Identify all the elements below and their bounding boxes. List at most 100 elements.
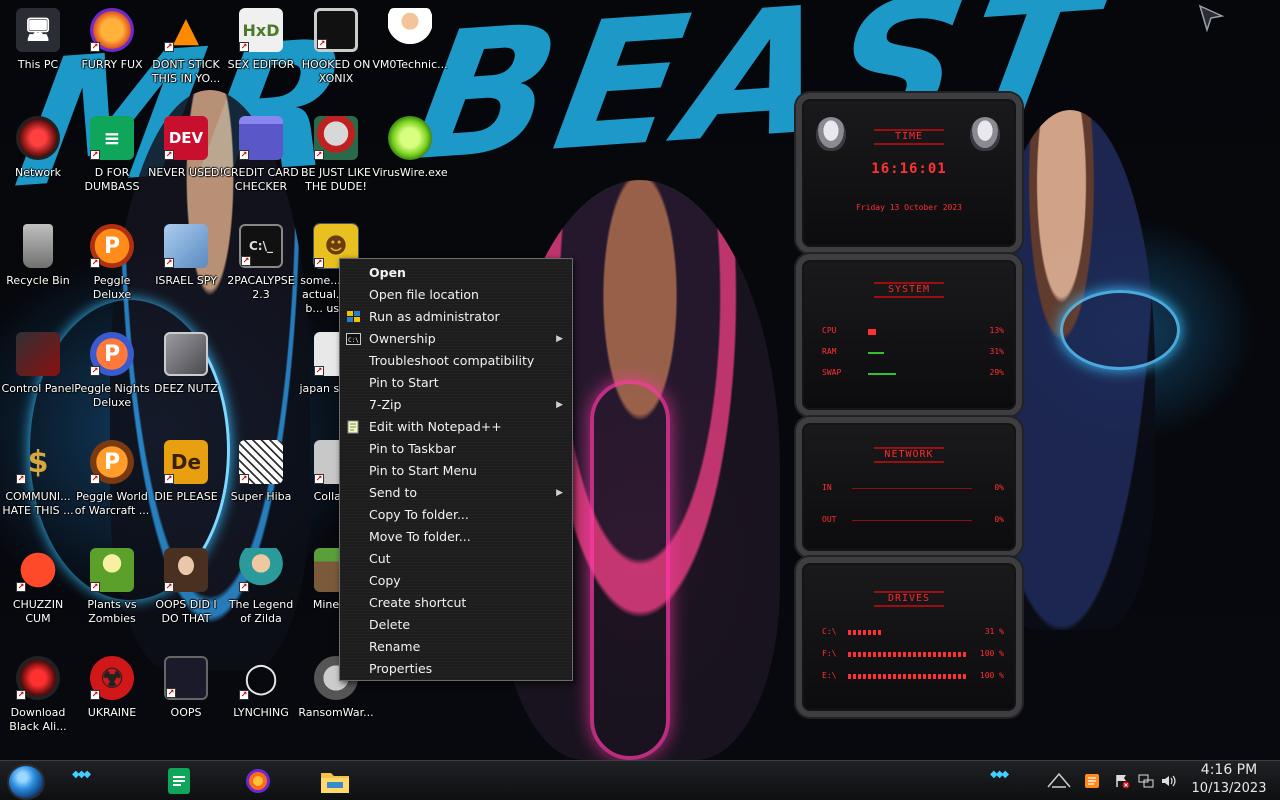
- desktop-icon-sex-editor[interactable]: HxD ↗ SEX EDITOR: [223, 8, 299, 72]
- desktop-icon-chuzzin[interactable]: ↗ CHUZZIN CUM: [0, 548, 76, 626]
- network-tray-icon[interactable]: [1138, 773, 1154, 789]
- network-in-label: IN: [822, 483, 832, 492]
- network-gadget-title: NETWORK: [874, 447, 944, 463]
- desktop-icon-vm0technic[interactable]: VM0Technic...: [372, 8, 448, 72]
- menu-item-create-shortcut[interactable]: Create shortcut: [343, 592, 569, 614]
- menu-item-pin-to-start[interactable]: Pin to Start: [343, 372, 569, 394]
- desktop-icon-peggle-deluxe[interactable]: P ↗ Peggle Deluxe: [74, 224, 150, 302]
- shortcut-overlay-icon: ↗: [239, 690, 249, 700]
- desktop-icon-dont-stick[interactable]: ▲ ↗ DONT STICK THIS IN YO...: [148, 8, 224, 86]
- desktop-icon-this-pc[interactable]: 🖥 This PC: [0, 8, 76, 72]
- menu-item-troubleshoot-compatibility[interactable]: Troubleshoot compatibility: [343, 350, 569, 372]
- ram-value: 31%: [989, 347, 1004, 356]
- desktop-icon-furry-fux[interactable]: ↗ FURRY FUX: [74, 8, 150, 72]
- shortcut-overlay-icon: ↗: [314, 474, 324, 484]
- dude-icon: ↗: [314, 116, 358, 160]
- recycle-bin-icon: [23, 224, 53, 268]
- desktop-icon-recycle-bin[interactable]: Recycle Bin: [0, 224, 76, 288]
- start-button[interactable]: [7, 764, 45, 800]
- desktop-icon-zilda[interactable]: ↗ The Legend of Zilda: [223, 548, 299, 626]
- swap-bar: [868, 373, 896, 375]
- menu-item-label: Pin to Taskbar: [369, 441, 456, 456]
- menu-item-run-as-administrator[interactable]: Run as administrator: [343, 306, 569, 328]
- taskbar-app-google-docs[interactable]: [162, 765, 196, 797]
- desktop-icon-never-used[interactable]: DEV ↗ NEVER USED!: [148, 116, 224, 180]
- computer-icon: 🖥: [16, 8, 60, 52]
- flag-error-icon[interactable]: [1114, 773, 1130, 789]
- menu-item-properties[interactable]: Properties: [343, 658, 569, 680]
- desktop-icon-ukraine[interactable]: ☢ ↗ UKRAINE: [74, 656, 150, 720]
- lime-icon: [388, 116, 432, 160]
- shortcut-overlay-icon: ↗: [314, 150, 324, 160]
- cpu-label: CPU: [822, 326, 837, 335]
- taskbar-app-firefox[interactable]: [241, 765, 275, 797]
- desktop-icon-label: The Legend of Zilda: [228, 598, 294, 625]
- menu-item-ownership[interactable]: C:\ Ownership ▶: [343, 328, 569, 350]
- desktop-icon-label: BE JUST LIKE THE DUDE!: [300, 166, 372, 193]
- desktop-icon-peggle-wow[interactable]: P ↗ Peggle World of Warcraft ...: [74, 440, 150, 518]
- submenu-arrow-icon: ▶: [556, 488, 563, 498]
- drives-gadget[interactable]: DRIVES C:\ 31 % F:\ 100 % E:\ 100 %: [796, 557, 1022, 717]
- de-icon: De ↗: [164, 440, 208, 484]
- desktop-icon-pvz[interactable]: ↗ Plants vs Zombies: [74, 548, 150, 626]
- desktop-icon-oops-did-i[interactable]: ↗ OOPS DID I DO THAT: [148, 548, 224, 626]
- drive-f-row: F:\ 100 %: [822, 649, 1004, 661]
- desktop-icon-be-just-like[interactable]: ↗ BE JUST LIKE THE DUDE!: [298, 116, 374, 194]
- sublime-text-tray-icon[interactable]: [1084, 773, 1100, 789]
- taskbar-deco-icon: ◆◆◆: [72, 769, 91, 780]
- clock-date[interactable]: 10/13/2023: [1186, 781, 1272, 796]
- desktop-icon-label: CHUZZIN CUM: [12, 598, 64, 625]
- network-in-value: 0%: [994, 483, 1004, 492]
- time-gadget[interactable]: TIME 16:16:01 Friday 13 October 2023: [796, 93, 1022, 253]
- menu-item-delete[interactable]: Delete: [343, 614, 569, 636]
- show-hidden-icons-icon[interactable]: [1046, 771, 1072, 789]
- menu-item-rename[interactable]: Rename: [343, 636, 569, 658]
- network-in-row: IN 0%: [822, 483, 1004, 495]
- system-gadget[interactable]: SYSTEM CPU 13% RAM 31% SWAP 29%: [796, 254, 1022, 416]
- menu-item-send-to[interactable]: Send to ▶: [343, 482, 569, 504]
- network-gadget[interactable]: NETWORK IN 0% OUT 0%: [796, 417, 1022, 557]
- desktop-icon-oops[interactable]: ↗ OOPS: [148, 656, 224, 720]
- desktop-icon-communi[interactable]: $ ↗ COMMUNI... HATE THIS ...: [0, 440, 76, 518]
- desktop-icon-2pacalypse[interactable]: C:\_ ↗ 2PACALYPSE 2.3: [223, 224, 299, 302]
- desktop-icon-lynching[interactable]: ◯ ↗ LYNCHING: [223, 656, 299, 720]
- menu-item-copy-to-folder[interactable]: Copy To folder...: [343, 504, 569, 526]
- desktop-icon-label: RansomWar...: [298, 706, 374, 719]
- menu-item-open-file-location[interactable]: Open file location: [343, 284, 569, 306]
- radiation-icon: ☢ ↗: [90, 656, 134, 700]
- desktop-icon-super-hiba[interactable]: ↗ Super Hiba: [223, 440, 299, 504]
- desktop-icon-credit-card-checker[interactable]: ↗ CREDIT CARD CHECKER: [223, 116, 299, 194]
- drive-e-bar: [848, 674, 968, 679]
- menu-item-pin-to-taskbar[interactable]: Pin to Taskbar: [343, 438, 569, 460]
- menu-item-copy[interactable]: Copy: [343, 570, 569, 592]
- network-out-label: OUT: [822, 515, 837, 524]
- desktop-icon-label: DIE PLEASE: [154, 490, 218, 503]
- clock-time[interactable]: 4:16 PM: [1186, 762, 1272, 778]
- desktop-icon-control-panel[interactable]: Control Panel: [0, 332, 76, 396]
- desktop-icon-d-for-dumbass[interactable]: ≡ ↗ D FOR DUMBASS: [74, 116, 150, 194]
- volume-icon[interactable]: [1160, 773, 1176, 789]
- menu-item-edit-with-notepadpp[interactable]: Edit with Notepad++: [343, 416, 569, 438]
- desktop-icon-network[interactable]: Network: [0, 116, 76, 180]
- desktop-icon-israel-spy[interactable]: ↗ ISRAEL SPY: [148, 224, 224, 288]
- desktop-icon-die-please[interactable]: De ↗ DIE PLEASE: [148, 440, 224, 504]
- menu-item-7zip[interactable]: 7-Zip ▶: [343, 394, 569, 416]
- firefox-icon: [246, 769, 270, 793]
- desktop-icon-label: DONT STICK THIS IN YO...: [151, 58, 221, 85]
- shortcut-overlay-icon: ↗: [164, 582, 174, 592]
- desktop-icon-download-black-alien[interactable]: ↗ Download Black Ali...: [0, 656, 76, 734]
- menu-item-pin-to-start-menu[interactable]: Pin to Start Menu: [343, 460, 569, 482]
- firefox-icon: ↗: [90, 8, 134, 52]
- menu-item-cut[interactable]: Cut: [343, 548, 569, 570]
- ram-row: RAM 31%: [822, 347, 1004, 359]
- desktop-icon-peggle-nights[interactable]: P ↗ Peggle Nights Deluxe: [74, 332, 150, 410]
- menu-item-open[interactable]: Open: [343, 262, 569, 284]
- desktop-icon-label: SEX EDITOR: [227, 58, 295, 71]
- menu-item-label: 7-Zip: [369, 397, 402, 412]
- desktop-icon-hooked-on-xonix[interactable]: ↗ HOOKED ON XONIX: [298, 8, 374, 86]
- desktop-icon-deez-nutz[interactable]: DEEZ NUTZ: [148, 332, 224, 396]
- drive-c-label: C:\: [822, 627, 837, 636]
- menu-item-move-to-folder[interactable]: Move To folder...: [343, 526, 569, 548]
- taskbar-app-file-explorer[interactable]: [318, 765, 352, 797]
- desktop-icon-viruswire[interactable]: VirusWire.exe: [372, 116, 448, 180]
